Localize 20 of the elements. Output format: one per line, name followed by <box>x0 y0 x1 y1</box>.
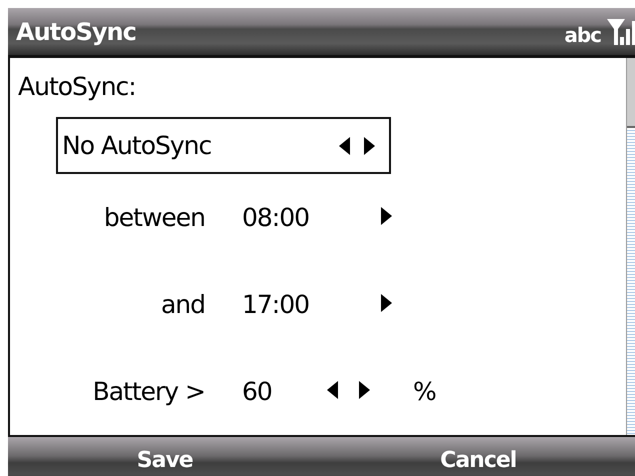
softkey[interactable]: Save <box>128 446 201 475</box>
field-label: between <box>104 203 205 232</box>
field-label: Battery > <box>92 377 205 406</box>
mode-value: No AutoSync <box>62 131 212 160</box>
scrollbar[interactable] <box>626 58 635 435</box>
left-arrow-icon[interactable] <box>339 136 350 154</box>
mode-picker[interactable]: No AutoSync <box>56 117 391 174</box>
left-arrow-icon[interactable] <box>326 380 338 398</box>
right-arrow-icon[interactable] <box>380 294 392 312</box>
window-title: AutoSync <box>16 18 136 46</box>
field-value[interactable]: 60 <box>242 377 305 406</box>
right-arrow-icon[interactable] <box>364 136 375 154</box>
signal-icon <box>605 16 635 46</box>
right-arrow-icon[interactable] <box>359 380 370 398</box>
softkey[interactable]: Cancel <box>432 446 524 475</box>
autosync-label: AutoSync: <box>18 72 137 101</box>
field-label: and <box>160 290 205 319</box>
input-mode: abc <box>564 22 601 46</box>
right-arrow-icon[interactable] <box>380 206 392 224</box>
unit-label: % <box>413 377 438 406</box>
